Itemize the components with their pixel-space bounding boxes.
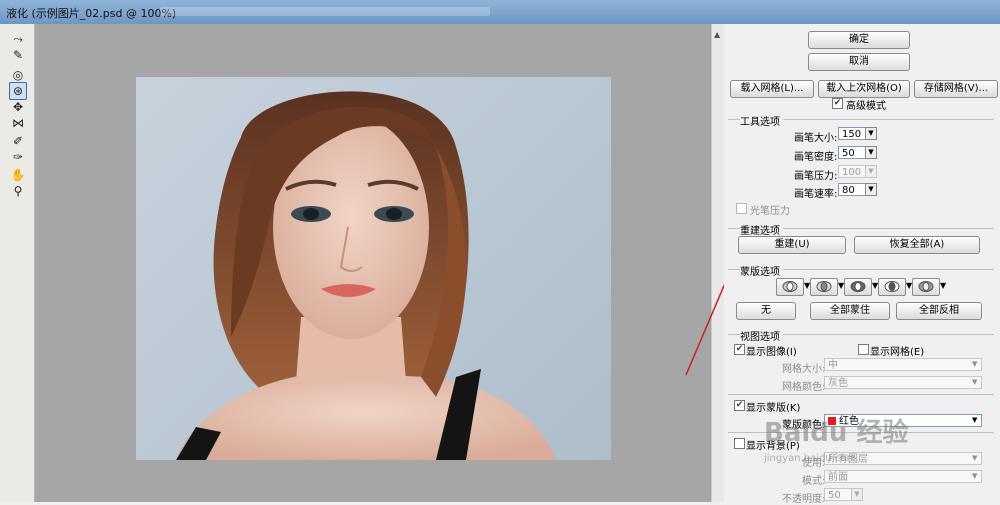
- window-title: 液化 (示例图片_02.psd @ 100%): [6, 7, 177, 20]
- mask-replace-selection-button[interactable]: [776, 278, 804, 296]
- brush-density-input[interactable]: 50: [838, 146, 866, 159]
- chevron-down-icon[interactable]: ▼: [972, 360, 977, 368]
- show-mask-checkbox[interactable]: ✔: [734, 400, 745, 411]
- mesh-size-select[interactable]: 中: [824, 358, 982, 371]
- show-image-checkbox[interactable]: ✔: [734, 344, 745, 355]
- tool-options-title: 工具选项: [740, 113, 783, 128]
- advanced-mode-checkbox[interactable]: ✔: [832, 98, 843, 109]
- stylus-pressure-label: 光笔压力: [750, 206, 790, 217]
- mask-all-button[interactable]: 全部蒙住: [810, 302, 890, 320]
- brush-size-dropdown[interactable]: ▼: [865, 127, 877, 140]
- opacity-input[interactable]: 50: [824, 488, 852, 501]
- chevron-down-icon[interactable]: ▼: [972, 454, 977, 462]
- show-backdrop-checkbox[interactable]: [734, 438, 745, 449]
- brush-size-input[interactable]: 150: [838, 127, 866, 140]
- brush-density-label: 画笔密度:: [794, 152, 838, 163]
- brush-rate-label: 画笔速率:: [794, 189, 838, 200]
- mask-subtract-selection-button[interactable]: [844, 278, 872, 296]
- advanced-mode-label: 高级模式: [846, 101, 886, 112]
- brush-pressure-label: 画笔压力:: [794, 171, 838, 182]
- preview-image: [136, 77, 611, 460]
- reconstruct-options-title: 重建选项: [740, 222, 783, 237]
- thaw-mask-tool-icon[interactable]: ✑: [9, 148, 27, 166]
- view-options-title: 视图选项: [740, 328, 783, 343]
- load-last-mesh-button[interactable]: 载入上次网格(O): [818, 80, 910, 98]
- mask-intersect-selection-button[interactable]: [878, 278, 906, 296]
- mask-options-title: 蒙版选项: [740, 263, 783, 278]
- reconstruct-button[interactable]: 重建(U): [738, 236, 846, 254]
- mesh-size-label: 网格大小:: [782, 364, 826, 375]
- mask-invert-icon: [918, 281, 934, 292]
- reconstruct-tool-icon[interactable]: ✎: [9, 46, 27, 64]
- window-titlebar: 液化 (示例图片_02.psd @ 100%): [0, 0, 1000, 25]
- restore-all-button[interactable]: 恢复全部(A): [854, 236, 980, 254]
- cancel-button[interactable]: 取消: [808, 53, 910, 71]
- mask-add-selection-button[interactable]: [810, 278, 838, 296]
- watermark-url: jingyan.baidu.com: [764, 453, 857, 464]
- load-mesh-button[interactable]: 载入网格(L)...: [730, 80, 814, 98]
- opacity-dropdown[interactable]: ▼: [851, 488, 863, 501]
- brush-pressure-dropdown[interactable]: ▼: [865, 165, 877, 178]
- chevron-down-icon[interactable]: ▼: [940, 281, 946, 290]
- brush-rate-input[interactable]: 80: [838, 183, 866, 196]
- scroll-up-icon[interactable]: ▲: [714, 30, 720, 39]
- mesh-color-select[interactable]: 灰色: [824, 376, 982, 389]
- chevron-down-icon[interactable]: ▼: [972, 378, 977, 386]
- tool-strip: ⤳ ✎ ◎ ⊛ ✥ ⋈ ✐ ✑ ✋ ⚲: [0, 24, 35, 502]
- ok-button[interactable]: 确定: [808, 31, 910, 49]
- mask-invert-selection-button[interactable]: [912, 278, 940, 296]
- brush-rate-dropdown[interactable]: ▼: [865, 183, 877, 196]
- zoom-tool-icon[interactable]: ⚲: [9, 182, 27, 200]
- show-mesh-label: 显示网格(E): [870, 347, 925, 358]
- save-mesh-button[interactable]: 存储网格(V)...: [914, 80, 998, 98]
- mask-none-button[interactable]: 无: [736, 302, 796, 320]
- stylus-pressure-checkbox[interactable]: [736, 203, 747, 214]
- baidu-watermark: Baidu 经验 jingyan.baidu.com: [764, 412, 924, 482]
- brush-size-label: 画笔大小:: [794, 133, 838, 144]
- invert-all-button[interactable]: 全部反相: [896, 302, 982, 320]
- opacity-label: 不透明度:: [782, 494, 826, 505]
- chevron-down-icon[interactable]: ▼: [972, 472, 977, 480]
- mask-add-icon: [816, 281, 832, 292]
- mask-view-divider: [728, 394, 994, 395]
- mesh-color-label: 网格颜色:: [782, 382, 826, 393]
- push-left-tool-icon[interactable]: ⋈: [9, 114, 27, 132]
- mask-intersect-icon: [884, 281, 900, 292]
- watermark-brand: Baidu 经验: [764, 418, 909, 448]
- titlebar-blurred-region: [160, 7, 490, 16]
- show-image-label: 显示图像(I): [746, 347, 797, 358]
- brush-density-dropdown[interactable]: ▼: [865, 146, 877, 159]
- show-mesh-checkbox[interactable]: [858, 344, 869, 355]
- mask-subtract-icon: [850, 281, 866, 292]
- mask-replace-icon: [782, 281, 798, 292]
- portrait-illustration: [176, 91, 556, 460]
- chevron-down-icon[interactable]: ▼: [972, 416, 977, 424]
- brush-pressure-input[interactable]: 100: [838, 165, 866, 178]
